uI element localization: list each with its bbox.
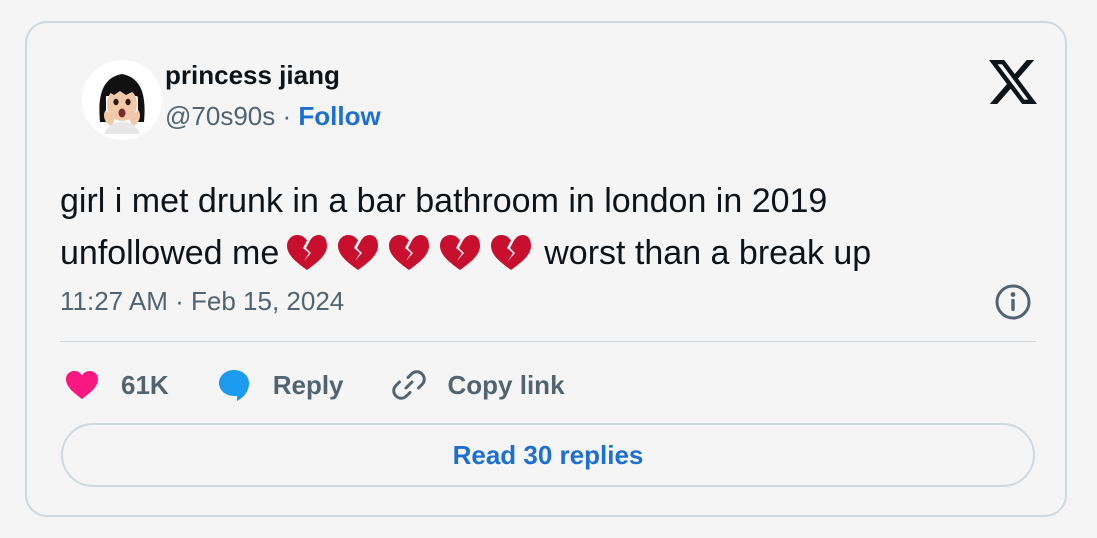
like-count: 61K	[121, 369, 169, 400]
link-icon	[391, 370, 426, 400]
reply-label: Reply	[272, 369, 344, 400]
broken-heart-icon	[491, 235, 532, 270]
tweet-line-1: girl i met drunk in a bar bathroom in lo…	[60, 182, 828, 220]
copy-link-label: Copy link	[447, 369, 565, 400]
tweet-card: princess jiang @70s90s · Follow girl i m…	[25, 21, 1067, 517]
divider	[60, 341, 1036, 342]
read-replies-label: Read 30 replies	[452, 439, 644, 470]
author-name[interactable]: princess jiang	[165, 60, 340, 91]
heart-icon	[66, 371, 98, 399]
tweet-line-2: unfollowed me worst than a break up	[60, 227, 1050, 287]
copy-link-button[interactable]: Copy link	[391, 368, 565, 402]
info-icon[interactable]	[993, 282, 1033, 322]
tweet-text: girl i met drunk in a bar bathroom in lo…	[60, 175, 1050, 287]
avatar[interactable]	[82, 60, 162, 140]
x-logo-icon[interactable]	[989, 60, 1037, 104]
reply-button[interactable]: Reply	[217, 368, 344, 402]
broken-heart-icon	[287, 235, 328, 270]
broken-heart-icon	[389, 235, 430, 270]
broken-heart-icon	[440, 235, 481, 270]
speech-bubble-icon	[218, 370, 249, 401]
tweet-text-after-emoji: worst than a break up	[544, 234, 872, 272]
follow-button[interactable]: Follow	[298, 101, 380, 131]
author-handle[interactable]: @70s90s	[165, 101, 275, 131]
like-button[interactable]: 61K	[65, 370, 169, 401]
broken-heart-icon	[338, 235, 379, 270]
separator-dot: ·	[282, 101, 292, 131]
tweet-text-before-emoji: unfollowed me	[60, 234, 280, 272]
action-bar: 61K Reply Copy link	[65, 363, 613, 407]
broken-heart-emoji-group	[285, 234, 540, 287]
handle-row: @70s90s · Follow	[165, 101, 381, 132]
timestamp[interactable]: 11:27 AM · Feb 15, 2024	[60, 286, 344, 317]
read-replies-button[interactable]: Read 30 replies	[61, 423, 1035, 487]
